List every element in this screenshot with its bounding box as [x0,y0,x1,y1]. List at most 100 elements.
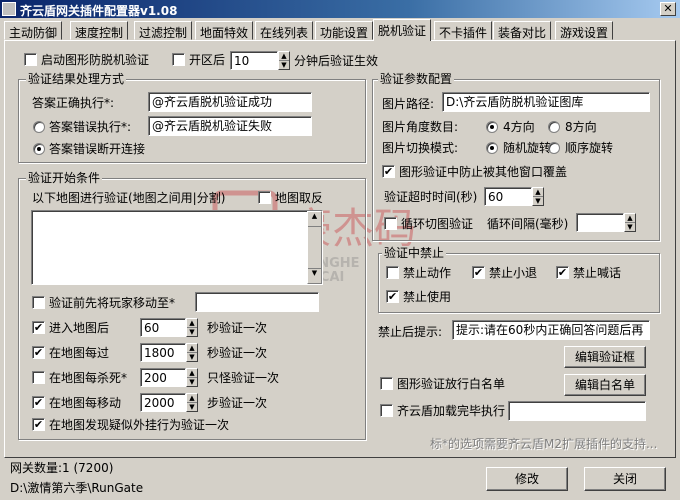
tab-no-lag-plugin[interactable]: 不卡插件 [434,21,493,40]
forbid-use-label: 禁止使用 [403,290,452,304]
enter-map-input[interactable]: 60 [140,318,186,337]
every-seconds-label: 在地图每过 [49,346,110,360]
maps-textarea[interactable] [31,210,323,285]
forbid-logout-checkbox[interactable]: ✔ [472,266,485,279]
switch-random-radio[interactable] [486,142,498,154]
path-input[interactable]: D:\齐云盾防脱机验证图库 [442,92,650,112]
edit-verify-button[interactable]: 编辑验证框 [564,346,646,368]
every-move-spinner[interactable]: ▲ ▼ [186,393,198,412]
every-seconds-suffix: 秒验证一次 [207,346,268,360]
app-icon [2,2,16,16]
angle-label: 图片角度数目: [382,120,459,134]
disconnect-radio[interactable] [33,143,45,155]
move-first-input[interactable] [195,292,319,312]
forbid-use-checkbox[interactable]: ✔ [386,290,399,303]
correct-label: 答案正确执行*: [32,96,115,110]
window-title: 齐云盾网关插件配置器v1.08 [20,4,178,18]
loop-checkbox[interactable] [384,217,397,230]
enter-map-suffix: 秒验证一次 [207,321,268,335]
title-bar: 齐云盾网关插件配置器v1.08 ✕ [0,0,680,18]
every-seconds-spinner[interactable]: ▲ ▼ [186,343,198,362]
whitelist-checkbox[interactable] [380,377,393,390]
open-after-minutes-input[interactable]: 10 [230,51,278,70]
path-label: 图片路径: [382,97,435,111]
switch-sequential-radio[interactable] [548,142,560,154]
tab-offline-verify[interactable]: 脱机验证 [373,19,432,41]
prevent-cover-checkbox[interactable]: ✔ [382,165,395,178]
every-kill-checkbox[interactable] [32,371,45,384]
plugin-note: 标*的选项需要齐云盾M2扩展插件的支持... [430,437,658,451]
tab-active-defense[interactable]: 主动防御 [4,21,63,40]
enter-map-spinner[interactable]: ▲ ▼ [186,318,198,337]
every-move-suffix: 步验证一次 [207,396,268,410]
close-button[interactable]: ✕ [660,2,676,16]
tab-game-settings[interactable]: 游戏设置 [555,21,614,40]
open-after-checkbox[interactable] [172,53,185,66]
wrong-exec-input[interactable]: @齐云盾脱机验证失败 [148,116,312,136]
tab-function-settings[interactable]: 功能设置 [315,21,374,40]
tab-filter-control[interactable]: 过滤控制 [134,21,193,40]
suspect-label: 在地图发现疑似外挂行为验证一次 [49,418,230,432]
open-after-label: 开区后 [189,53,226,67]
loop-label: 循环切图验证 [401,217,474,231]
correct-exec-input[interactable]: @齐云盾脱机验证成功 [148,92,312,112]
every-move-label: 在地图每移动 [49,396,122,410]
whitelist-label: 图形验证放行白名单 [397,377,506,391]
enable-verify-checkbox[interactable] [24,53,37,66]
maps-scrollbar[interactable]: ▲ ▼ [307,211,322,284]
enter-map-checkbox[interactable]: ✔ [32,321,45,334]
prevent-cover-label: 图形验证中防止被其他窗口覆盖 [399,165,568,179]
loop-interval-label: 循环间隔(毫秒) [487,217,569,231]
invert-map-label: 地图取反 [275,191,324,205]
every-seconds-input[interactable]: 1800 [140,343,186,362]
every-move-input[interactable]: 2000 [140,393,186,412]
forbid-shout-label: 禁止喊话 [573,266,622,280]
forbid-action-checkbox[interactable] [386,266,399,279]
timeout-spinner[interactable]: ▲ ▼ [532,187,544,206]
tab-online-list[interactable]: 在线列表 [255,21,314,40]
open-after-spinner[interactable]: ▲ ▼ [278,51,290,70]
modify-button[interactable]: 修改 [486,467,568,491]
suspect-checkbox[interactable]: ✔ [32,418,45,431]
angle-8-radio[interactable] [548,121,560,133]
after-load-input[interactable] [508,401,646,421]
tab-speed-control[interactable]: 速度控制 [70,21,129,40]
tab-equip-compare[interactable]: 装备对比 [493,21,552,40]
switch-random-label: 随机旋转 [503,141,552,155]
angle-4-label: 4方向 [503,120,535,134]
every-kill-label: 在地图每杀死* [49,371,128,385]
tab-ground-effects[interactable]: 地面特效 [195,21,254,40]
forbid-group-title: 验证中禁止 [382,246,447,260]
disconnect-label: 答案错误断开连接 [49,142,146,156]
move-first-checkbox[interactable] [32,296,45,309]
gateway-path: D:\激情第六季\RunGate [10,481,144,495]
after-load-checkbox[interactable] [380,404,393,417]
close-dialog-button[interactable]: 关闭 [584,467,666,491]
maps-label: 以下地图进行验证(地图之间用|分割) [32,191,226,205]
forbid-group [378,253,660,313]
open-after-suffix: 分钟后验证生效 [294,54,379,68]
wrong-exec-radio[interactable] [33,121,45,133]
loop-interval-spinner[interactable]: ▲ ▼ [624,213,636,232]
enter-map-label: 进入地图后 [49,321,110,335]
result-group-title: 验证结果处理方式 [26,72,127,86]
every-kill-suffix: 只怪验证一次 [207,371,280,385]
hint-input[interactable]: 提示:请在60秒内正确回答问题后再 [452,320,650,340]
every-seconds-checkbox[interactable]: ✔ [32,346,45,359]
every-move-checkbox[interactable]: ✔ [32,396,45,409]
angle-4-radio[interactable] [486,121,498,133]
forbid-shout-checkbox[interactable]: ✔ [556,266,569,279]
edit-whitelist-button[interactable]: 编辑白名单 [564,374,646,396]
every-kill-spinner[interactable]: ▲ ▼ [186,368,198,387]
switch-label: 图片切换模式: [382,141,459,155]
every-kill-input[interactable]: 200 [140,368,186,387]
forbid-action-label: 禁止动作 [403,266,452,280]
loop-interval-input[interactable] [576,213,624,232]
enable-verify-label: 启动图形防脱机验证 [41,53,150,67]
gateway-count: 网关数量:1 (7200) [10,461,114,475]
invert-map-checkbox[interactable] [258,191,271,204]
timeout-input[interactable]: 60 [484,187,532,206]
timeout-label: 验证超时时间(秒) [384,190,478,204]
params-group-title: 验证参数配置 [378,72,455,86]
hint-label: 禁止后提示: [378,325,443,339]
